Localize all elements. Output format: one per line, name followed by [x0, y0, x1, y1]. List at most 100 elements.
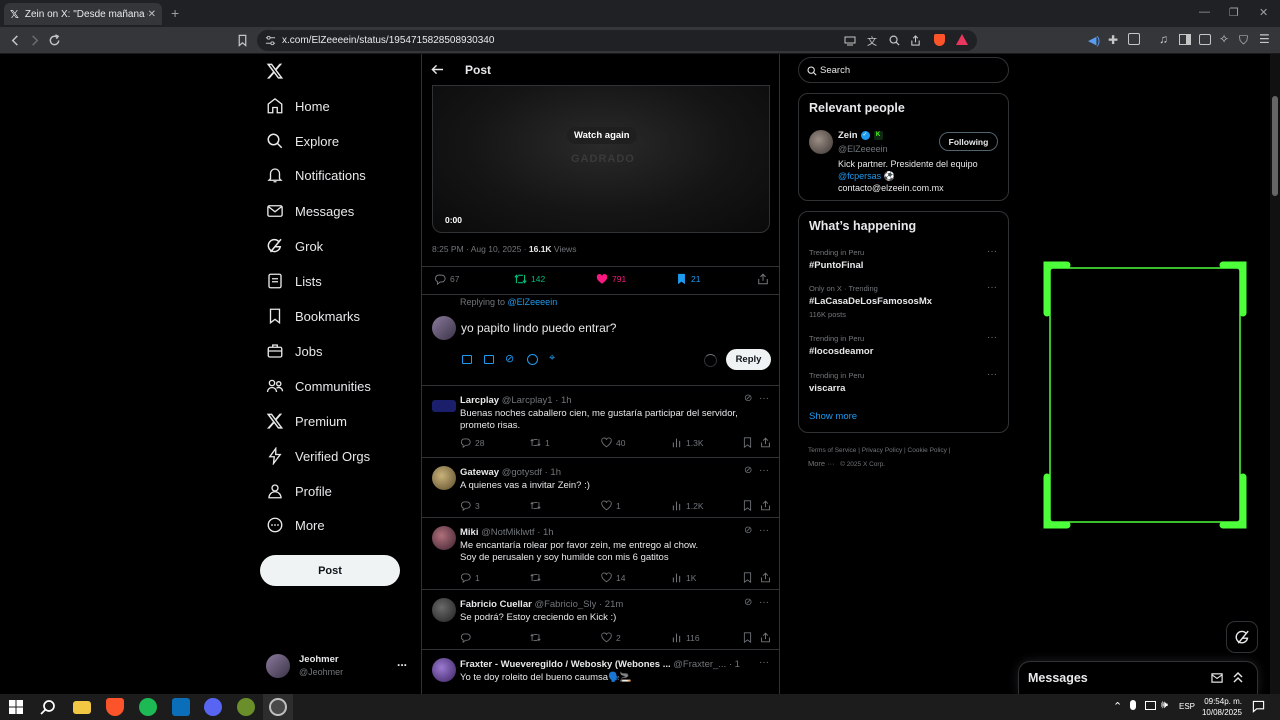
- more-icon[interactable]: ···: [759, 657, 769, 668]
- bookmark-page-icon[interactable]: [236, 34, 249, 47]
- clock[interactable]: 09:54p. m. 10/08/2025: [1200, 696, 1242, 718]
- like-action[interactable]: 14: [601, 572, 625, 583]
- reload-icon[interactable]: [48, 34, 61, 47]
- terms-link[interactable]: Terms of Service: [808, 447, 856, 454]
- page-scrollbar[interactable]: [1270, 54, 1280, 694]
- screenshot-icon[interactable]: [1128, 33, 1140, 45]
- show-more-link[interactable]: Show more: [809, 411, 857, 422]
- reply-action[interactable]: 67: [434, 273, 459, 285]
- bookmark-action[interactable]: 21: [676, 273, 700, 285]
- nav-lists[interactable]: Lists: [266, 267, 322, 295]
- trend-more-icon[interactable]: ···: [987, 369, 997, 380]
- reply-tweet[interactable]: Larcplay @Larcplay1 · 1h ⊘ ··· Buenas no…: [422, 386, 779, 457]
- grok-icon[interactable]: ⊘: [744, 597, 752, 608]
- avatar[interactable]: [809, 130, 833, 154]
- nav-verified-orgs[interactable]: Verified Orgs: [266, 442, 370, 470]
- zoom-icon[interactable]: [889, 35, 900, 46]
- grok-icon[interactable]: ⊘: [744, 393, 752, 404]
- nav-bookmarks[interactable]: Bookmarks: [266, 302, 360, 330]
- nav-communities[interactable]: Communities: [266, 372, 371, 400]
- audio-icon[interactable]: ◀): [1088, 34, 1100, 47]
- retweet-action[interactable]: 142: [514, 273, 545, 285]
- brave-browser-icon[interactable]: [106, 698, 124, 716]
- vpn-icon[interactable]: ⛉: [1239, 33, 1248, 48]
- emoji-icon[interactable]: [527, 354, 538, 365]
- author-name[interactable]: Fraxter - Wueveregildo / Webosky (Webone…: [460, 659, 671, 670]
- like-action[interactable]: 1: [601, 500, 621, 511]
- retweet-action[interactable]: [530, 500, 545, 511]
- bookmark-icon[interactable]: [742, 437, 753, 448]
- share-icon[interactable]: [760, 632, 771, 643]
- watch-again-button[interactable]: Watch again: [567, 127, 637, 144]
- nav-home[interactable]: Home: [266, 92, 330, 120]
- reply-tweet[interactable]: Gateway @gotysdf · 1h ⊘ ··· A quienes va…: [422, 458, 779, 517]
- volume-icon[interactable]: 🕪: [1161, 699, 1168, 712]
- nav-jobs[interactable]: Jobs: [266, 337, 322, 365]
- microphone-icon[interactable]: [1130, 700, 1136, 710]
- x-logo-icon[interactable]: [266, 62, 284, 80]
- terminal-app-icon[interactable]: [172, 698, 190, 716]
- trend-item[interactable]: Trending in Peru viscarra ···: [809, 369, 999, 394]
- trend-more-icon[interactable]: ···: [987, 246, 997, 257]
- cookie-link[interactable]: Cookie Policy: [908, 447, 947, 454]
- grok-icon[interactable]: ⊘: [744, 465, 752, 476]
- share-icon[interactable]: [760, 437, 771, 448]
- nav-grok[interactable]: Grok: [266, 232, 323, 260]
- brave-rewards-icon[interactable]: [956, 34, 968, 45]
- wallet-icon[interactable]: [1199, 34, 1211, 45]
- reply-action[interactable]: 1: [460, 572, 480, 583]
- notifications-icon[interactable]: [1252, 700, 1265, 713]
- new-message-icon[interactable]: [1211, 672, 1224, 684]
- nav-profile[interactable]: Profile: [266, 477, 332, 505]
- like-action[interactable]: 791: [596, 273, 626, 285]
- file-explorer-icon[interactable]: [73, 701, 91, 714]
- new-tab-button[interactable]: +: [171, 5, 179, 21]
- sidebar-icon[interactable]: [1179, 34, 1191, 45]
- address-bar[interactable]: x.com/ElZeeeein/status/19547158285089303…: [257, 30, 977, 51]
- image-icon[interactable]: [462, 355, 472, 364]
- nav-premium[interactable]: Premium: [266, 407, 347, 435]
- bookmark-icon[interactable]: [742, 632, 753, 643]
- site-settings-icon[interactable]: [265, 35, 276, 46]
- reply-action[interactable]: 3: [460, 500, 480, 511]
- views-action[interactable]: 1.3K: [671, 437, 704, 448]
- reply-button[interactable]: Reply: [726, 349, 771, 370]
- post-button[interactable]: Post: [260, 555, 400, 586]
- gif-icon[interactable]: [484, 355, 494, 364]
- reply-tweet[interactable]: Fraxter - Wueveregildo / Webosky (Webone…: [422, 650, 779, 694]
- share-icon[interactable]: [910, 35, 921, 46]
- more-icon[interactable]: ···: [759, 465, 769, 476]
- replying-to-handle[interactable]: @ElZeeeein: [508, 297, 558, 307]
- views-action[interactable]: 1K: [671, 572, 696, 583]
- expand-icon[interactable]: [1232, 671, 1244, 684]
- location-icon[interactable]: ⌖: [549, 352, 555, 365]
- grok-icon[interactable]: ⊘: [505, 352, 514, 365]
- messages-drawer[interactable]: Messages: [1018, 661, 1258, 694]
- bookmark-icon[interactable]: [742, 572, 753, 583]
- privacy-link[interactable]: Privacy Policy: [862, 447, 902, 454]
- music-icon[interactable]: ♫: [1159, 32, 1168, 46]
- search-icon[interactable]: [40, 699, 56, 715]
- reply-action[interactable]: [460, 632, 475, 643]
- footer-more-link[interactable]: More ···: [808, 459, 835, 468]
- person-name-row[interactable]: Zein ✓ K: [838, 130, 883, 141]
- extensions-icon[interactable]: ✚: [1108, 33, 1118, 47]
- grok-icon[interactable]: ⊘: [744, 525, 752, 536]
- share-icon[interactable]: [760, 500, 771, 511]
- author-name[interactable]: Gateway: [460, 467, 499, 478]
- author-name[interactable]: Fabricio Cuellar: [460, 599, 532, 610]
- bookmark-icon[interactable]: [742, 500, 753, 511]
- retweet-action[interactable]: 1: [530, 437, 550, 448]
- author-name[interactable]: Larcplay: [460, 395, 499, 406]
- leo-ai-icon[interactable]: ✧: [1219, 32, 1229, 46]
- search-box[interactable]: Search: [798, 57, 1009, 83]
- network-icon[interactable]: [1145, 701, 1156, 710]
- windows-start-icon[interactable]: [9, 700, 23, 714]
- back-icon[interactable]: [9, 34, 22, 47]
- maximize-button[interactable]: ❐: [1229, 6, 1239, 19]
- grok-floating-button[interactable]: [1226, 621, 1258, 653]
- browser-tab[interactable]: 𝕏 Zein on X: "Desde mañana empe... ✕: [4, 3, 162, 25]
- trend-item[interactable]: Only on X · Trending #LaCasaDeLosFamosos…: [809, 282, 999, 319]
- close-tab-icon[interactable]: ✕: [148, 9, 156, 20]
- menu-icon[interactable]: ☰: [1259, 32, 1270, 46]
